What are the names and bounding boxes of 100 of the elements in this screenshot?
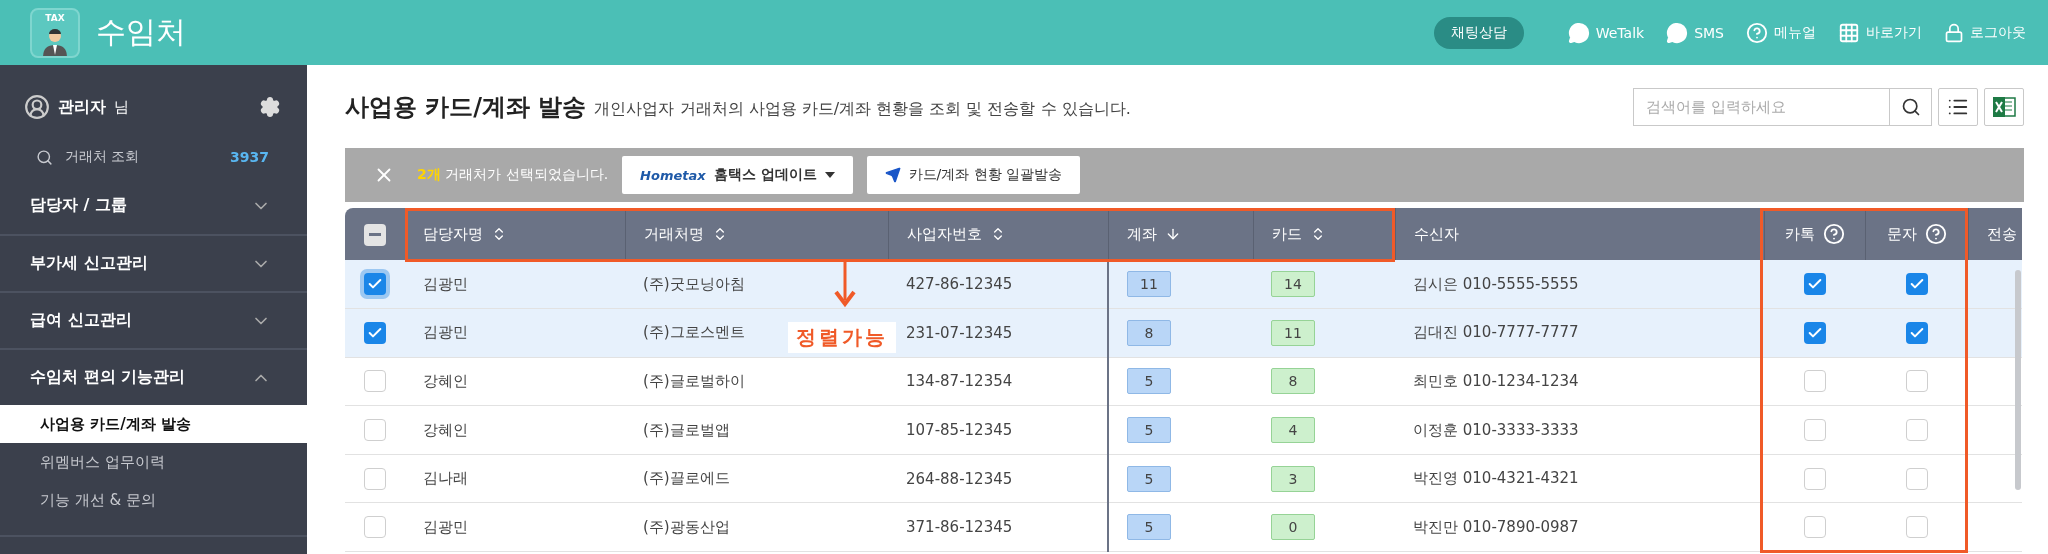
sidebar-section[interactable]: 급여 신고관리 [0,291,307,348]
card-count: 11 [1271,319,1315,346]
column-header[interactable]: 사업자번호 [888,208,1108,260]
bulk-send-button[interactable]: 카드/계좌 현황 일괄발송 [866,156,1081,194]
excel-export-button[interactable] [1984,87,2024,126]
search-button[interactable] [1890,87,1932,126]
sidebar-section[interactable]: 부가세 신고관리 [0,234,307,291]
help-icon[interactable] [1822,223,1845,245]
table-cell: 107-85-12345 [888,405,1108,455]
table-cell: 이정훈 010-3333-3333 [1395,405,1764,455]
row-checkbox[interactable] [364,419,386,442]
account-count: 5 [1127,417,1171,444]
sidebar-item[interactable]: 기능 개선 & 문의 [0,481,307,519]
row-checkbox[interactable] [364,467,386,490]
sidebar-item[interactable]: 사업용 카드/계좌 발송 [0,405,307,443]
logo-text: TAX [44,12,66,23]
kakao-checkbox[interactable] [1803,419,1826,442]
card-count: 4 [1271,417,1315,444]
table-cell: 김광민 [405,308,625,358]
paper-plane-icon [884,167,901,183]
kakao-checkbox[interactable] [1803,321,1826,344]
user-icon [24,94,50,120]
table-cell: 264-88-12345 [888,454,1108,503]
table-cell: 김광민 [405,502,625,552]
minus-icon [369,233,381,237]
scrollbar[interactable] [2015,270,2021,490]
table-cell: (주)광동산업 [625,502,888,552]
chat-bubble-icon [1666,21,1689,44]
column-header[interactable]: 계좌 [1108,208,1253,260]
kakao-checkbox[interactable] [1803,516,1826,539]
table-cell: 강혜인 [405,405,625,455]
sms-checkbox[interactable] [1905,467,1928,490]
hometax-update-button[interactable]: Hometax 홈택스 업데이트 [622,156,853,194]
account-count: 5 [1127,514,1171,541]
grid-icon [1838,21,1860,44]
table-cell: (주)글로벌하이 [625,357,888,406]
sidebar-section[interactable]: 담당자 / 그룹 [0,177,307,234]
table-cell: (주)끌로에드 [625,454,888,503]
row-checkbox[interactable] [364,516,386,539]
lock-icon [1944,22,1964,43]
kakao-checkbox[interactable] [1803,273,1826,296]
column-header[interactable]: 수신자 [1395,208,1764,260]
sms-checkbox[interactable] [1905,273,1928,296]
table-cell: 427-86-12345 [888,260,1108,309]
app-title: 수임처 [96,13,186,51]
table-cell: 김광민 [405,260,625,309]
sms-checkbox[interactable] [1905,370,1928,393]
search-icon [36,148,53,166]
help-icon [1746,21,1768,44]
card-count: 3 [1271,465,1315,492]
row-checkbox[interactable] [364,321,386,344]
column-header[interactable]: 카톡 [1764,208,1865,260]
list-view-button[interactable] [1938,87,1978,126]
sms-checkbox[interactable] [1905,419,1928,442]
table-cell: 최민호 010-1234-1234 [1395,357,1764,406]
card-count: 0 [1271,514,1315,541]
page-title: 사업용 카드/계좌 발송 [345,91,587,123]
help-icon[interactable] [1924,223,1947,245]
column-header[interactable]: 담당자명 [405,208,625,260]
sidebar-item[interactable]: 위멤버스 업무이력 [0,443,307,481]
table-cell: 김나래 [405,454,625,503]
table-cell: 박진만 010-7890-0987 [1395,502,1764,552]
arrow-icon [833,262,857,308]
account-count: 5 [1127,465,1171,492]
table-cell: 김시은 010-5555-5555 [1395,260,1764,309]
table-cell: 134-87-12354 [888,357,1108,406]
spreadsheet-icon [1992,95,2016,118]
kakao-checkbox[interactable] [1803,467,1826,490]
caret-icon [824,172,835,178]
chat-button[interactable]: 채팅상담 [1433,16,1524,49]
settings-icon[interactable] [259,96,281,118]
selection-message: 2개 거래처가 선택되었습니다. [417,166,609,184]
user-name: 관리자 [58,96,106,118]
client-search-link[interactable]: 거래처 조회 3937 [0,137,307,177]
account-count: 8 [1127,319,1171,346]
kakao-checkbox[interactable] [1803,370,1826,393]
table-cell: 강혜인 [405,357,625,406]
table-cell: 371-86-12345 [888,502,1108,552]
search-icon [1900,96,1921,117]
search-field[interactable]: 검색어를 입력하세요 [1633,87,1890,126]
person-figure-icon [40,26,70,56]
sms-checkbox[interactable] [1905,516,1928,539]
table-cell: (주)글로벌앱 [625,405,888,455]
user-suffix: 님 [114,97,129,117]
table-cell: 김대진 010-7777-7777 [1395,308,1764,358]
table-cell: 박진영 010-4321-4321 [1395,454,1764,503]
client-count: 3937 [230,149,269,165]
account-count: 5 [1127,368,1171,395]
chat-bubble-icon [1567,21,1590,44]
row-checkbox[interactable] [364,370,386,393]
card-count: 8 [1271,368,1315,395]
page-subtitle: 개인사업자 거래처의 사업용 카드/계좌 현황을 조회 및 전송할 수 있습니다. [594,99,1131,120]
table-cell: (주)굿모닝아침 [625,260,888,309]
card-count: 14 [1271,271,1315,298]
column-header[interactable]: 카드 [1253,208,1395,260]
column-header[interactable]: 거래처명 [625,208,888,260]
select-all-checkbox[interactable] [364,223,386,246]
account-count: 11 [1127,271,1171,298]
sms-checkbox[interactable] [1905,321,1928,344]
column-header[interactable]: 전송 [1968,208,2022,260]
